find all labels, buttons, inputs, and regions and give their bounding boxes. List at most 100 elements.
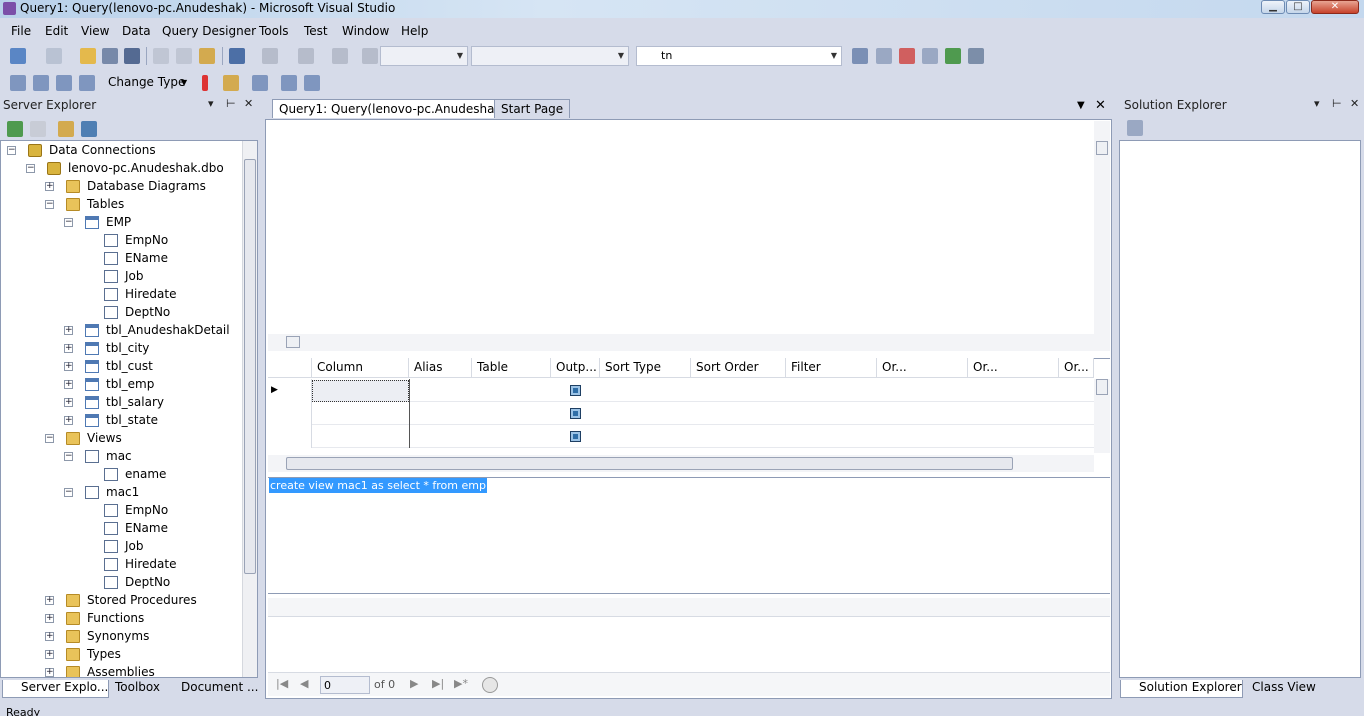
find-combo[interactable]: tn ▼ bbox=[636, 46, 842, 66]
command-window-icon[interactable] bbox=[968, 48, 984, 64]
tree-item[interactable]: − Tables bbox=[1, 196, 241, 214]
menu-tools[interactable]: Tools bbox=[259, 24, 289, 38]
menu-window[interactable]: Window bbox=[342, 24, 389, 38]
expand-icon[interactable]: + bbox=[45, 668, 54, 677]
tree-item[interactable]: + Database Diagrams bbox=[1, 178, 241, 196]
maximize-button[interactable]: □ bbox=[1286, 0, 1310, 14]
menu-test[interactable]: Test bbox=[304, 24, 328, 38]
tree-item[interactable]: + tbl_cust bbox=[1, 358, 241, 376]
tree-item[interactable]: + Functions bbox=[1, 610, 241, 628]
criteria-row[interactable] bbox=[268, 402, 1094, 425]
tree-item[interactable]: DeptNo bbox=[1, 304, 241, 322]
scrollbar-thumb[interactable] bbox=[1096, 141, 1108, 155]
tree-item[interactable]: ename bbox=[1, 466, 241, 484]
tree-item[interactable]: + Types bbox=[1, 646, 241, 664]
criteria-column-header[interactable]: Filter bbox=[786, 358, 877, 378]
platform-combo[interactable]: ▼ bbox=[471, 46, 629, 66]
redo-icon[interactable] bbox=[262, 48, 278, 64]
criteria-column-header[interactable]: Column bbox=[312, 358, 409, 378]
collapse-icon[interactable]: − bbox=[64, 218, 73, 227]
criteria-vertical-scrollbar[interactable] bbox=[1094, 379, 1110, 453]
show-sql-pane-icon[interactable] bbox=[56, 75, 72, 91]
tab-class-view[interactable]: Class View bbox=[1234, 680, 1316, 698]
menu-help[interactable]: Help bbox=[401, 24, 428, 38]
tree-item[interactable]: Job bbox=[1, 268, 241, 286]
tree-item[interactable]: Hiredate bbox=[1, 556, 241, 574]
solution-explorer-icon[interactable] bbox=[852, 48, 868, 64]
stop-icon[interactable] bbox=[482, 677, 498, 693]
add-item-icon[interactable] bbox=[46, 48, 62, 64]
menu-query-designer[interactable]: Query Designer bbox=[162, 24, 256, 38]
tree-item[interactable]: EName bbox=[1, 250, 241, 268]
tree-item[interactable]: + tbl_salary bbox=[1, 394, 241, 412]
selected-column-cell[interactable] bbox=[312, 380, 409, 402]
start-page-icon[interactable] bbox=[945, 48, 961, 64]
tree-item[interactable]: EmpNo bbox=[1, 232, 241, 250]
menu-view[interactable]: View bbox=[81, 24, 109, 38]
tree-item[interactable]: + Stored Procedures bbox=[1, 592, 241, 610]
connect-to-server-icon[interactable] bbox=[81, 121, 97, 137]
scrollbar-thumb[interactable] bbox=[286, 457, 1013, 470]
paste-icon[interactable] bbox=[199, 48, 215, 64]
object-browser-icon[interactable] bbox=[899, 48, 915, 64]
auto-hide-pin-icon[interactable]: ⊢ bbox=[1332, 97, 1342, 110]
collapse-icon[interactable]: − bbox=[26, 164, 35, 173]
save-icon[interactable] bbox=[102, 48, 118, 64]
navigate-forward-icon[interactable] bbox=[332, 48, 348, 64]
scrollbar-thumb[interactable] bbox=[286, 336, 300, 348]
menu-file[interactable]: File bbox=[11, 24, 31, 38]
expand-icon[interactable]: + bbox=[64, 362, 73, 371]
close-icon[interactable]: ✕ bbox=[244, 97, 253, 110]
tab-document-outline[interactable]: Document ... bbox=[163, 680, 258, 698]
first-record-icon[interactable]: |◀ bbox=[276, 677, 288, 690]
criteria-column-header[interactable]: Alias bbox=[409, 358, 472, 378]
tree-vertical-scrollbar[interactable] bbox=[242, 141, 257, 677]
navigate-back-icon[interactable] bbox=[298, 48, 314, 64]
menu-edit[interactable]: Edit bbox=[45, 24, 68, 38]
tree-item[interactable]: − mac1 bbox=[1, 484, 241, 502]
criteria-column-header[interactable]: Or... bbox=[1059, 358, 1094, 378]
toolbox-icon[interactable] bbox=[922, 48, 938, 64]
collapse-icon[interactable]: − bbox=[45, 200, 54, 209]
diagram-pane[interactable] bbox=[268, 121, 1110, 353]
output-checkbox[interactable] bbox=[570, 385, 581, 396]
expand-icon[interactable]: + bbox=[45, 614, 54, 623]
expand-icon[interactable]: + bbox=[64, 344, 73, 353]
properties-icon[interactable] bbox=[1127, 120, 1143, 136]
stop-refresh-icon[interactable] bbox=[30, 121, 46, 137]
row-selector[interactable] bbox=[268, 425, 312, 448]
criteria-column-header[interactable]: Or... bbox=[877, 358, 968, 378]
sql-pane[interactable] bbox=[268, 477, 1110, 594]
previous-record-icon[interactable]: ◀ bbox=[300, 677, 308, 690]
execute-sql-icon[interactable] bbox=[202, 75, 208, 91]
close-button[interactable]: ✕ bbox=[1311, 0, 1359, 14]
next-record-icon[interactable]: ▶ bbox=[410, 677, 418, 690]
connect-to-database-icon[interactable] bbox=[58, 121, 74, 137]
output-checkbox[interactable] bbox=[570, 431, 581, 442]
properties-icon[interactable] bbox=[876, 48, 892, 64]
criteria-column-header[interactable]: Table bbox=[472, 358, 551, 378]
window-position-icon[interactable]: ▾ bbox=[208, 97, 214, 110]
criteria-column-header[interactable]: Outp... bbox=[551, 358, 600, 378]
tab-toolbox[interactable]: Toolbox bbox=[97, 680, 160, 698]
new-project-icon[interactable] bbox=[10, 48, 26, 64]
scrollbar-thumb[interactable] bbox=[1096, 379, 1108, 395]
tree-item[interactable]: DeptNo bbox=[1, 574, 241, 592]
collapse-icon[interactable]: − bbox=[64, 488, 73, 497]
show-diagram-pane-icon[interactable] bbox=[10, 75, 26, 91]
tree-item[interactable]: EName bbox=[1, 520, 241, 538]
tree-item[interactable]: + Assemblies bbox=[1, 664, 241, 677]
criteria-horizontal-scrollbar[interactable] bbox=[268, 455, 1094, 472]
expand-icon[interactable]: + bbox=[45, 650, 54, 659]
tree-item[interactable]: + tbl_AnudeshakDetail bbox=[1, 322, 241, 340]
copy-icon[interactable] bbox=[176, 48, 192, 64]
open-file-icon[interactable] bbox=[80, 48, 96, 64]
criteria-column-header[interactable]: Or... bbox=[968, 358, 1059, 378]
sql-text[interactable]: create view mac1 as select * from emp bbox=[269, 478, 487, 493]
change-type-button[interactable]: Change Type bbox=[108, 75, 185, 89]
criteria-column-header[interactable]: Sort Order bbox=[691, 358, 786, 378]
criteria-row[interactable] bbox=[268, 425, 1094, 448]
tree-item[interactable]: Job bbox=[1, 538, 241, 556]
auto-hide-pin-icon[interactable]: ⊢ bbox=[226, 97, 236, 110]
group-by-icon[interactable] bbox=[252, 75, 268, 91]
